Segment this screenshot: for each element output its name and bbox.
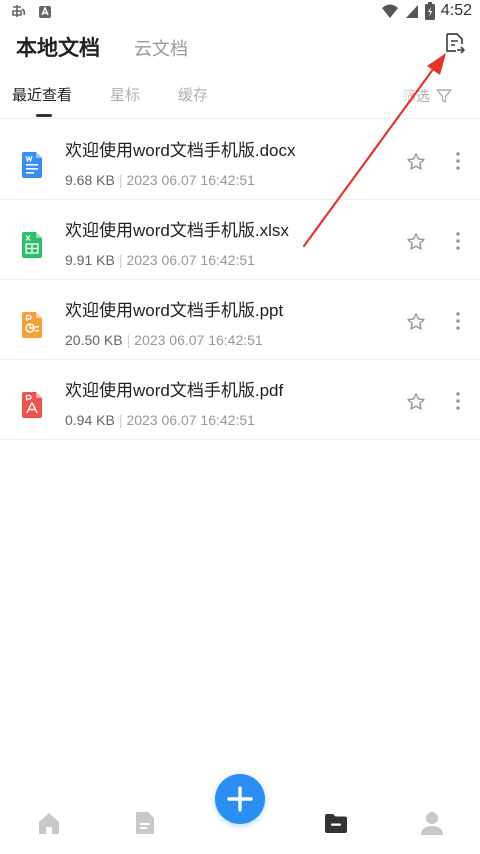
file-name: 欢迎使用word文档手机版.docx <box>65 141 296 160</box>
add-button[interactable] <box>215 774 265 824</box>
meta-separator: | <box>118 412 123 428</box>
file-size: 20.50 KB <box>65 332 123 348</box>
file-size: 9.68 KB <box>65 172 115 188</box>
star-icon[interactable] <box>406 232 426 252</box>
file-row[interactable]: 欢迎使用word文档手机版.docx 9.68 KB | 2023 06.07 16… <box>0 120 480 200</box>
excel-file-icon <box>22 232 42 258</box>
document-transfer-icon[interactable] <box>442 30 468 56</box>
more-options-icon[interactable] <box>448 310 468 332</box>
word-file-icon <box>22 152 42 178</box>
top-tabs: 本地文档 云文档 <box>16 32 188 64</box>
pdf-file-icon <box>22 392 42 418</box>
file-meta: 9.91 KB | 2023 06.07 16:42:51 <box>65 252 255 268</box>
file-meta: 9.68 KB | 2023 06.07 16:42:51 <box>65 172 255 188</box>
file-meta: 20.50 KB | 2023 06.07 16:42:51 <box>65 332 263 348</box>
more-options-icon[interactable] <box>448 390 468 412</box>
folder-icon[interactable] <box>323 810 349 836</box>
signal-icon <box>405 5 418 18</box>
battery-icon <box>424 2 435 20</box>
wifi-icon <box>381 4 398 18</box>
file-row[interactable]: 欢迎使用word文档手机版.xlsx 9.91 KB | 2023 06.07 16… <box>0 200 480 280</box>
status-bar: 4:52 <box>0 0 480 26</box>
meta-separator: | <box>118 172 123 188</box>
filter-icon <box>436 89 452 103</box>
subtab-starred[interactable]: 星标 <box>110 84 140 108</box>
home-icon[interactable] <box>36 810 62 836</box>
add-icon <box>227 786 253 812</box>
filter-fade <box>396 84 418 108</box>
meta-separator: | <box>126 332 131 348</box>
meta-separator: | <box>118 252 123 268</box>
row-divider <box>0 439 480 440</box>
file-size: 0.94 KB <box>65 412 115 428</box>
subtab-recent[interactable]: 最近查看 <box>12 84 72 108</box>
tab-local-documents[interactable]: 本地文档 <box>16 32 100 62</box>
file-date: 2023 06.07 16:42:51 <box>126 412 255 428</box>
app-notification-icon <box>12 5 26 17</box>
star-icon[interactable] <box>406 312 426 332</box>
more-options-icon[interactable] <box>448 230 468 252</box>
sub-tabs: 最近查看 星标 缓存 <box>12 84 246 108</box>
active-tab-indicator <box>36 114 52 117</box>
more-options-icon[interactable] <box>448 150 468 172</box>
tab-cloud-documents[interactable]: 云文档 <box>134 35 188 61</box>
ppt-file-icon <box>22 312 42 338</box>
subtab-cache[interactable]: 缓存 <box>178 84 208 108</box>
file-date: 2023 06.07 16:42:51 <box>126 172 255 188</box>
document-icon[interactable] <box>132 810 158 836</box>
file-row[interactable]: 欢迎使用word文档手机版.pdf 0.94 KB | 2023 06.07 16:… <box>0 360 480 440</box>
profile-icon[interactable] <box>419 810 445 836</box>
file-row[interactable]: 欢迎使用word文档手机版.ppt 20.50 KB | 2023 06.07 16… <box>0 280 480 360</box>
file-size: 9.91 KB <box>65 252 115 268</box>
file-name: 欢迎使用word文档手机版.pdf <box>65 381 284 400</box>
file-name: 欢迎使用word文档手机版.ppt <box>65 301 284 320</box>
notification-icon <box>39 6 51 18</box>
file-date: 2023 06.07 16:42:51 <box>134 332 263 348</box>
file-meta: 0.94 KB | 2023 06.07 16:42:51 <box>65 412 255 428</box>
star-icon[interactable] <box>406 392 426 412</box>
header-divider <box>0 118 480 119</box>
star-icon[interactable] <box>406 152 426 172</box>
status-time: 4:52 <box>440 2 472 19</box>
file-name: 欢迎使用word文档手机版.xlsx <box>65 221 289 240</box>
file-date: 2023 06.07 16:42:51 <box>126 252 255 268</box>
